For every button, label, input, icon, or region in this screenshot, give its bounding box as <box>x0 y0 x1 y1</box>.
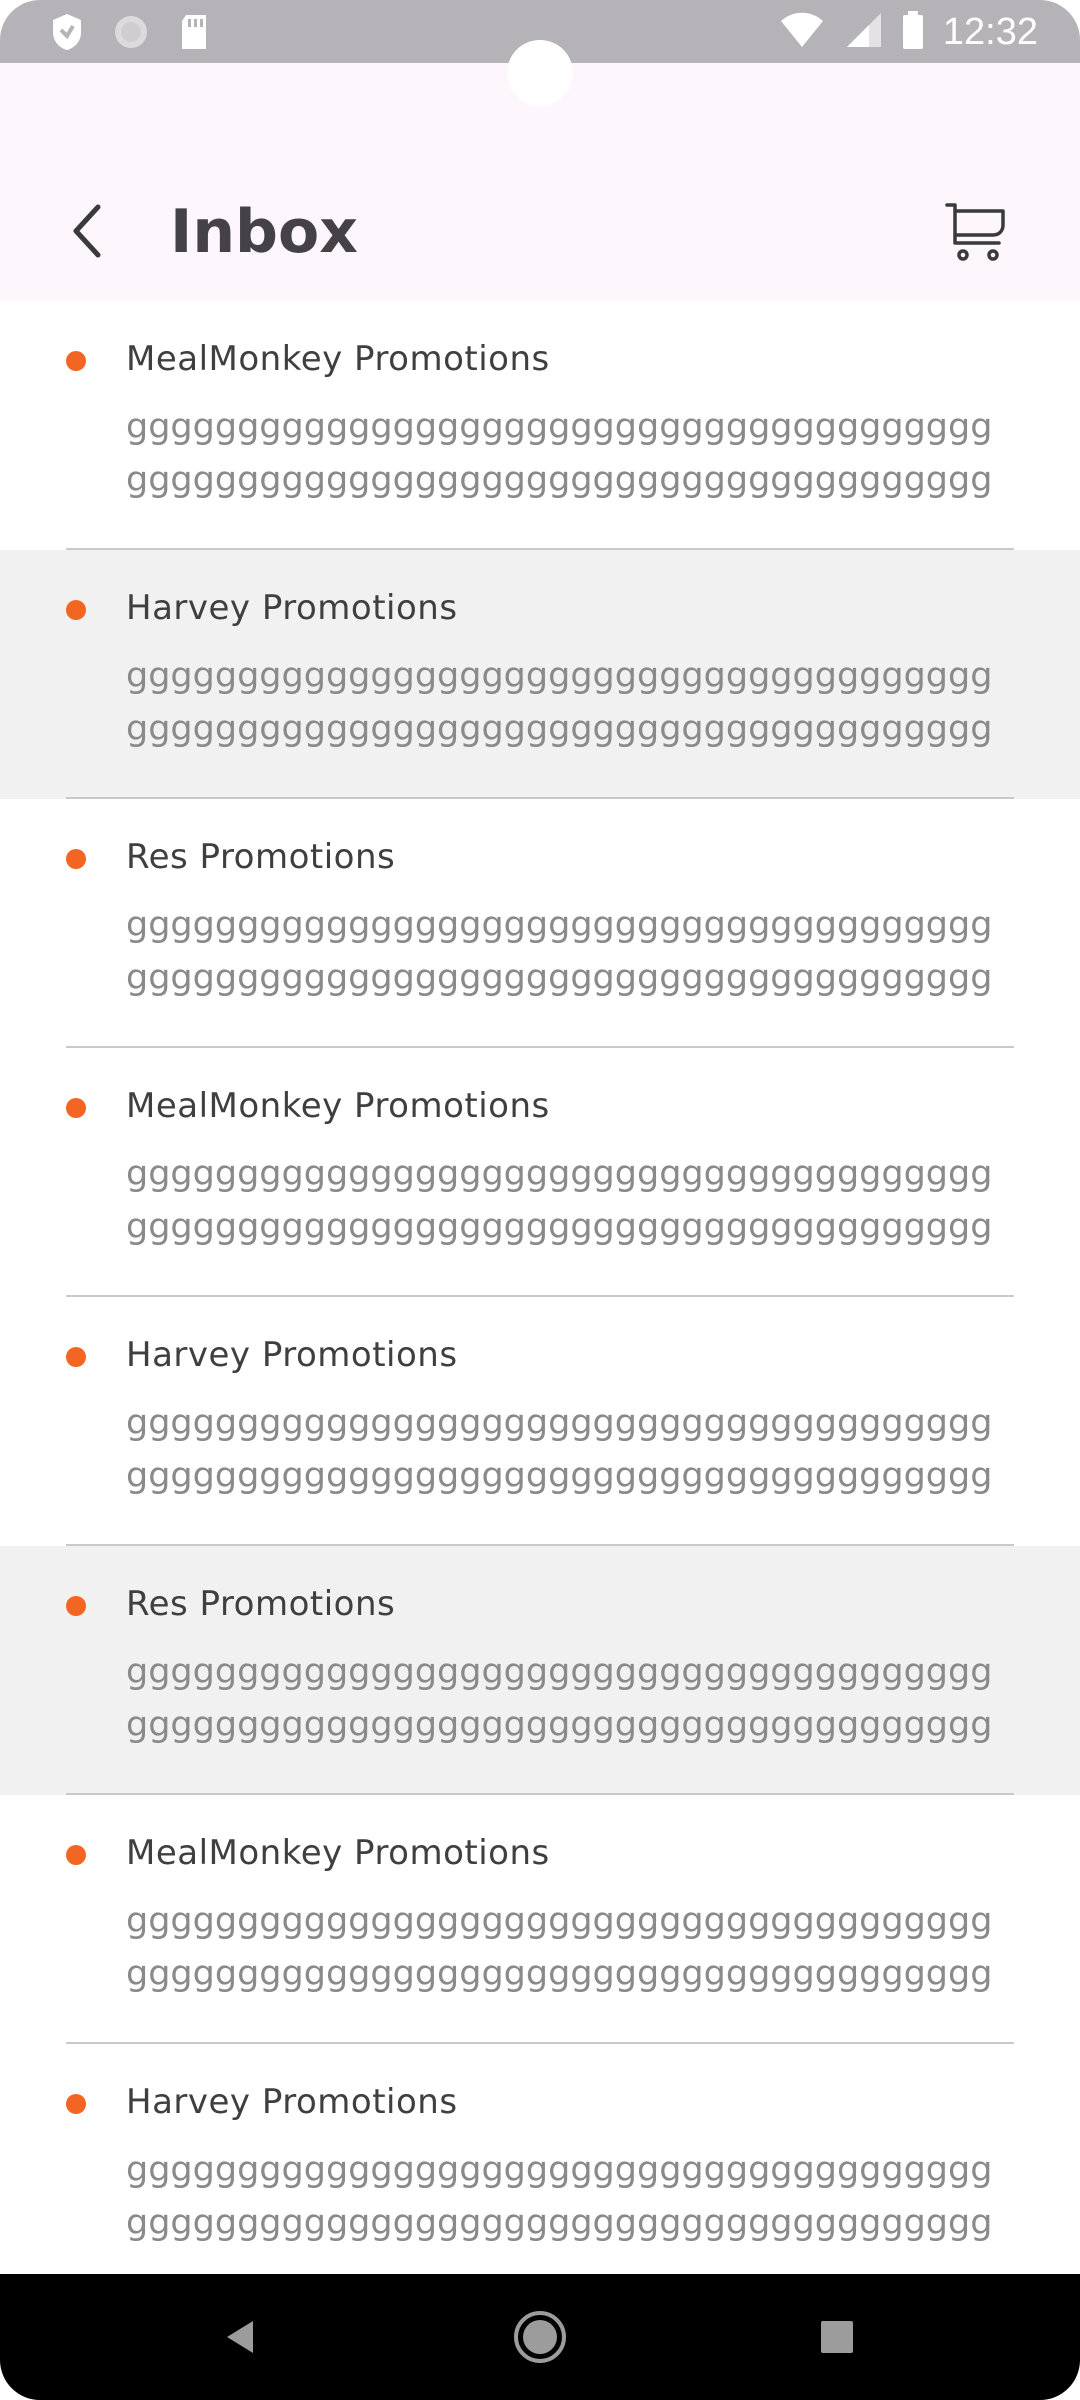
message-preview: gggggggggggggggggggggggggggggggggggggggg… <box>126 1403 993 1496</box>
inbox-message-item[interactable]: MealMonkey Promotions gggggggggggggggggg… <box>0 301 1080 550</box>
message-preview: gggggggggggggggggggggggggggggggggggggggg… <box>126 2150 993 2243</box>
unread-dot-icon <box>66 1845 86 1865</box>
message-sender: MealMonkey Promotions <box>126 339 550 379</box>
message-sender: Harvey Promotions <box>126 1335 458 1375</box>
back-triangle-icon <box>223 2319 257 2359</box>
message-preview: gggggggggggggggggggggggggggggggggggggggg… <box>126 656 993 749</box>
unread-dot-icon <box>66 600 86 620</box>
inbox-message-item[interactable]: MealMonkey Promotions gggggggggggggggggg… <box>0 1048 1080 1297</box>
status-time: 12:32 <box>942 10 1038 53</box>
message-sender: MealMonkey Promotions <box>126 1833 550 1873</box>
page-title: Inbox <box>170 197 358 267</box>
message-preview: gggggggggggggggggggggggggggggggggggggggg… <box>126 407 993 500</box>
nav-home-button[interactable] <box>505 2304 575 2374</box>
message-preview: gggggggggggggggggggggggggggggggggggggggg… <box>126 1901 993 1994</box>
cart-icon <box>945 199 1009 267</box>
recents-square-icon <box>820 2320 854 2358</box>
unread-dot-icon <box>66 1596 86 1616</box>
circle-icon <box>112 13 150 55</box>
chevron-left-icon <box>68 203 108 263</box>
message-preview: gggggggggggggggggggggggggggggggggggggggg… <box>126 1652 993 1745</box>
message-preview: gggggggggggggggggggggggggggggggggggggggg… <box>126 905 993 998</box>
unread-dot-icon <box>66 1098 86 1118</box>
message-preview: gggggggggggggggggggggggggggggggggggggggg… <box>126 1154 993 1247</box>
message-sender: Harvey Promotions <box>126 2082 458 2122</box>
nav-back-button[interactable] <box>205 2304 275 2374</box>
message-sender: Res Promotions <box>126 837 396 877</box>
message-sender: Res Promotions <box>126 1584 396 1624</box>
battery-icon <box>901 10 925 54</box>
inbox-list: MealMonkey Promotions gggggggggggggggggg… <box>0 301 1080 2274</box>
signal-icon <box>843 11 883 53</box>
wifi-icon <box>779 11 825 53</box>
status-left-icons <box>50 12 210 56</box>
camera-cutout <box>507 40 573 106</box>
inbox-message-item[interactable]: Harvey Promotions gggggggggggggggggggggg… <box>0 550 1080 799</box>
inbox-message-item[interactable]: Res Promotions ggggggggggggggggggggggggg… <box>0 1546 1080 1795</box>
unread-dot-icon <box>66 2094 86 2114</box>
inbox-message-item[interactable]: MealMonkey Promotions gggggggggggggggggg… <box>0 1795 1080 2044</box>
home-circle-icon <box>513 2310 567 2368</box>
inbox-message-item[interactable]: Res Promotions ggggggggggggggggggggggggg… <box>0 799 1080 1048</box>
message-sender: MealMonkey Promotions <box>126 1086 550 1126</box>
unread-dot-icon <box>66 351 86 371</box>
shield-icon <box>50 12 84 56</box>
message-sender: Harvey Promotions <box>126 588 458 628</box>
sd-card-icon <box>178 13 210 55</box>
unread-dot-icon <box>66 1347 86 1367</box>
cart-button[interactable] <box>940 196 1014 270</box>
unread-dot-icon <box>66 849 86 869</box>
inbox-message-item[interactable]: Harvey Promotions gggggggggggggggggggggg… <box>0 1297 1080 1546</box>
inbox-message-item[interactable]: Harvey Promotions gggggggggggggggggggggg… <box>0 2044 1080 2274</box>
system-nav-bar <box>0 2274 1080 2400</box>
status-right-icons: 12:32 <box>779 10 1038 54</box>
nav-recents-button[interactable] <box>802 2304 872 2374</box>
back-button[interactable] <box>60 198 116 268</box>
